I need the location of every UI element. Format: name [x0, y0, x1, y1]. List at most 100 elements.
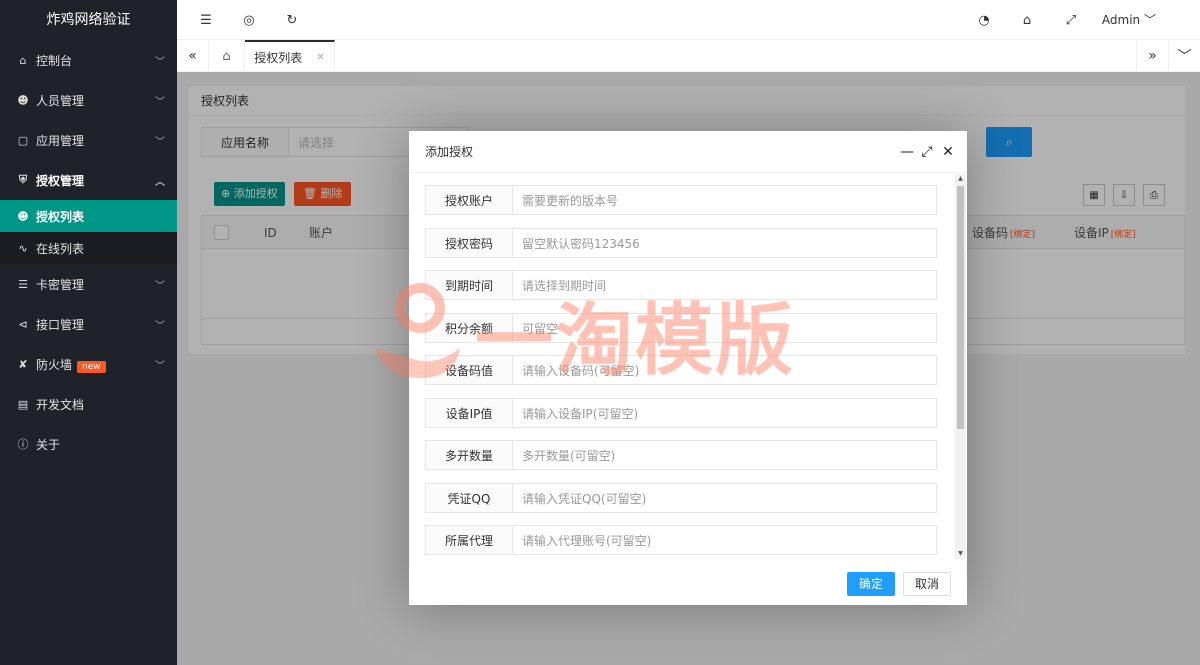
info-icon: ⓘ: [17, 438, 29, 451]
field-label: 授权账户: [425, 185, 513, 215]
chevron-down-icon: ﹀: [155, 56, 165, 68]
top-header: ☰ ◎ ↻ ◔ ⌂ ⤢ Admin ﹀: [177, 0, 1200, 40]
form-row-password: 授权密码 留空默认密码123456: [425, 228, 937, 258]
firewall-icon: ✘: [18, 357, 28, 371]
confirm-button[interactable]: 确定: [847, 572, 895, 596]
modal-body: 授权账户 需要更新的版本号 授权密码 留空默认密码123456 到期时间 请选择…: [409, 174, 967, 559]
modal-scrollbar[interactable]: ▲ ▼: [955, 174, 966, 559]
home-icon: ⌂: [19, 53, 27, 67]
layers-icon: ☰: [18, 277, 28, 291]
tabs-bar: « ⌂ 授权列表 ✕ » ﹀: [177, 40, 1200, 72]
tag-icon[interactable]: ⌂: [1007, 0, 1047, 40]
sidebar-subitem-label: 在线列表: [36, 241, 85, 256]
menu-toggle-icon[interactable]: ☰: [186, 0, 226, 40]
sidebar-item-apps[interactable]: ▢ 应用管理 ﹀: [0, 120, 177, 160]
form-row-device-code: 设备码值 请输入设备码(可留空): [425, 355, 937, 385]
form-row-agent: 所属代理 请输入代理账号(可留空): [425, 525, 937, 555]
shield-icon: ⛨: [18, 173, 28, 186]
sidebar-item-firewall[interactable]: ✘ 防火墙 new ﹀: [0, 344, 177, 384]
scroll-up-icon[interactable]: ▲: [955, 174, 966, 184]
field-label: 凭证QQ: [425, 483, 513, 513]
sidebar-item-label: 应用管理: [36, 133, 85, 148]
field-label: 多开数量: [425, 440, 513, 470]
multi-open-input[interactable]: 多开数量(可留空): [513, 440, 937, 470]
fullscreen-icon[interactable]: ⤢: [1051, 0, 1091, 40]
cancel-button[interactable]: 取消: [903, 572, 951, 596]
user-icon: ☻: [17, 209, 29, 223]
form-row-points: 积分余额 可留空: [425, 313, 937, 343]
maximize-icon[interactable]: ⤢: [917, 131, 937, 173]
close-icon[interactable]: ✕: [938, 131, 958, 173]
home-tab-icon[interactable]: ⌂: [209, 40, 245, 72]
sidebar-item-cards[interactable]: ☰ 卡密管理 ﹀: [0, 264, 177, 304]
chevron-down-icon: ﹀: [1143, 13, 1156, 27]
field-label: 设备IP值: [425, 398, 513, 428]
sidebar-subitem-auth-list[interactable]: ☻ 授权列表: [0, 200, 177, 232]
field-label: 设备码值: [425, 355, 513, 385]
sidebar-subitem-online-list[interactable]: ∿ 在线列表: [0, 232, 177, 264]
account-input[interactable]: 需要更新的版本号: [513, 185, 937, 215]
user-icon: ☻: [17, 93, 29, 107]
theme-icon[interactable]: ◔: [964, 0, 1004, 40]
add-auth-modal: 添加授权 — ⤢ ✕ 授权账户 需要更新的版本号 授权密码 留空默认密码1234…: [409, 131, 967, 605]
chevron-down-icon: ﹀: [155, 280, 165, 292]
sidebar: 炸鸡网络验证 ⌂ 控制台 ﹀ ☻ 人员管理 ﹀ ▢ 应用管理 ﹀ ⛨ 授权管理 …: [0, 0, 177, 665]
device-code-input[interactable]: 请输入设备码(可留空): [513, 355, 937, 385]
sidebar-item-label: 授权管理: [36, 173, 85, 188]
agent-input[interactable]: 请输入代理账号(可留空): [513, 525, 937, 555]
new-badge: new: [77, 360, 106, 373]
modal-title: 添加授权 — ⤢ ✕: [409, 131, 967, 173]
tabs-scroll-left-icon[interactable]: «: [177, 40, 209, 72]
chevron-up-icon: ︿: [155, 176, 165, 188]
chevron-down-icon: ﹀: [155, 136, 165, 148]
sidebar-item-label: 关于: [36, 437, 61, 452]
sidebar-item-users[interactable]: ☻ 人员管理 ﹀: [0, 80, 177, 120]
book-icon: ▤: [17, 397, 29, 411]
tabs-menu-icon[interactable]: ﹀: [1168, 40, 1200, 72]
chevron-down-icon: ﹀: [155, 360, 165, 372]
sidebar-item-about[interactable]: ⓘ 关于: [0, 424, 177, 464]
tabs-scroll-right-icon[interactable]: »: [1136, 40, 1168, 72]
field-label: 到期时间: [425, 270, 513, 300]
field-label: 授权密码: [425, 228, 513, 258]
form-row-device-ip: 设备IP值 请输入设备IP(可留空): [425, 398, 937, 428]
form-row-expire: 到期时间 请选择到期时间: [425, 270, 937, 300]
sidebar-subitem-label: 授权列表: [36, 209, 85, 224]
cube-icon: ▢: [17, 133, 29, 147]
field-label: 所属代理: [425, 525, 513, 555]
chevron-down-icon: ﹀: [155, 320, 165, 332]
sidebar-item-label: 开发文档: [36, 397, 85, 412]
field-label: 积分余额: [425, 313, 513, 343]
sidebar-item-api[interactable]: ⊲ 接口管理 ﹀: [0, 304, 177, 344]
sidebar-item-label: 接口管理: [36, 317, 85, 332]
password-input[interactable]: 留空默认密码123456: [513, 228, 937, 258]
form-row-multi: 多开数量 多开数量(可留空): [425, 440, 937, 470]
minimize-icon[interactable]: —: [897, 131, 917, 173]
sidebar-item-authorization[interactable]: ⛨ 授权管理 ︿: [0, 160, 177, 200]
app-logo-title: 炸鸡网络验证: [0, 0, 177, 40]
scroll-thumb[interactable]: [957, 186, 964, 429]
expire-date-input[interactable]: 请选择到期时间: [513, 270, 937, 300]
sidebar-item-label: 人员管理: [36, 93, 85, 108]
points-input[interactable]: 可留空: [513, 313, 937, 343]
device-ip-input[interactable]: 请输入设备IP(可留空): [513, 398, 937, 428]
share-icon: ⊲: [18, 317, 28, 331]
sidebar-item-docs[interactable]: ▤ 开发文档: [0, 384, 177, 424]
globe-icon[interactable]: ◎: [229, 0, 269, 40]
modal-footer: 确定 取消: [409, 559, 967, 605]
form-row-qq: 凭证QQ 请输入凭证QQ(可留空): [425, 483, 937, 513]
scroll-down-icon[interactable]: ▼: [955, 549, 966, 559]
sidebar-submenu: ☻ 授权列表 ∿ 在线列表: [0, 200, 177, 264]
refresh-icon[interactable]: ↻: [272, 0, 312, 40]
close-icon[interactable]: ✕: [316, 52, 324, 63]
qq-input[interactable]: 请输入凭证QQ(可留空): [513, 483, 937, 513]
tab-auth-list[interactable]: 授权列表 ✕: [245, 40, 335, 72]
user-menu[interactable]: Admin ﹀: [1102, 0, 1156, 40]
pulse-icon: ∿: [18, 241, 28, 255]
form-row-account: 授权账户 需要更新的版本号: [425, 185, 937, 215]
sidebar-item-dashboard[interactable]: ⌂ 控制台 ﹀: [0, 40, 177, 80]
chevron-down-icon: ﹀: [155, 96, 165, 108]
sidebar-item-label: 控制台: [36, 53, 73, 68]
sidebar-item-label: 卡密管理: [36, 277, 85, 292]
sidebar-item-label: 防火墙 new: [36, 356, 155, 373]
